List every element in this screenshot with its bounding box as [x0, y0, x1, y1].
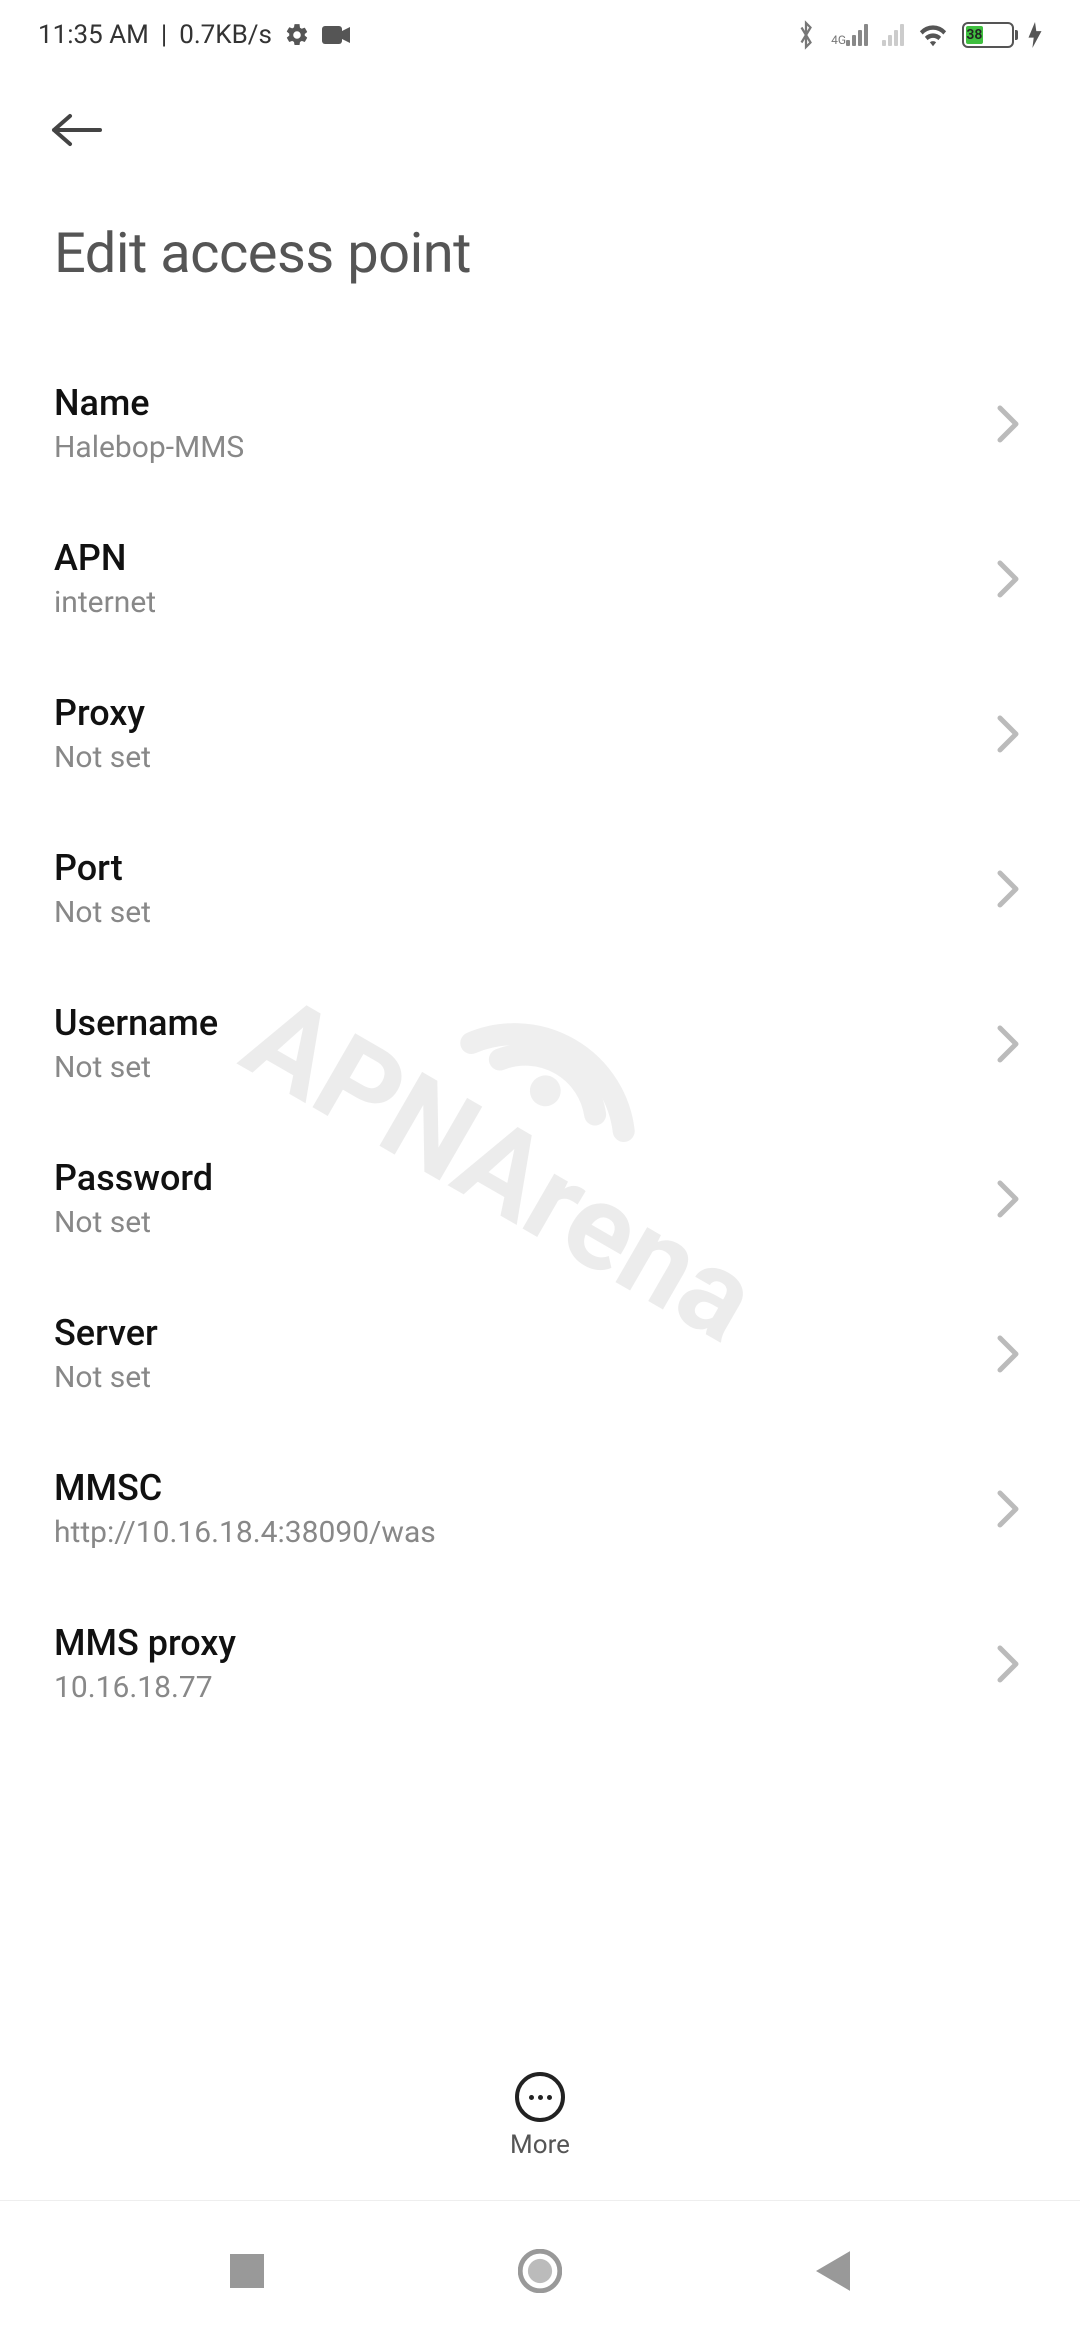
setting-value: Not set	[54, 895, 976, 930]
arrow-left-icon	[50, 110, 104, 150]
status-speed: 0.7KB/s	[179, 20, 272, 50]
chevron-right-icon	[996, 1644, 1020, 1684]
more-button[interactable]: More	[0, 2072, 1080, 2160]
status-bar: 11:35 AM | 0.7KB/s 4G	[0, 0, 1080, 70]
setting-name[interactable]: Name Halebop-MMS	[0, 346, 1080, 501]
chevron-right-icon	[996, 1489, 1020, 1529]
setting-label: Password	[54, 1157, 976, 1199]
header	[0, 70, 1080, 170]
camera-icon	[322, 24, 352, 46]
setting-label: Name	[54, 382, 976, 424]
setting-username[interactable]: Username Not set	[0, 966, 1080, 1121]
setting-label: MMS proxy	[54, 1622, 976, 1664]
chevron-right-icon	[996, 714, 1020, 754]
chevron-right-icon	[996, 559, 1020, 599]
nav-recents-button[interactable]	[197, 2241, 297, 2301]
setting-proxy[interactable]: Proxy Not set	[0, 656, 1080, 811]
setting-label: Proxy	[54, 692, 976, 734]
status-time: 11:35 AM	[38, 20, 149, 50]
setting-password[interactable]: Password Not set	[0, 1121, 1080, 1276]
setting-apn[interactable]: APN internet	[0, 501, 1080, 656]
setting-label: Server	[54, 1312, 976, 1354]
setting-value: Not set	[54, 1205, 976, 1240]
more-label: More	[510, 2130, 570, 2160]
nav-home-button[interactable]	[490, 2241, 590, 2301]
battery-indicator: 38	[962, 22, 1014, 48]
setting-value: Not set	[54, 1050, 976, 1085]
chevron-right-icon	[996, 1024, 1020, 1064]
navigation-bar	[0, 2200, 1080, 2340]
setting-value: Halebop-MMS	[54, 430, 976, 465]
setting-port[interactable]: Port Not set	[0, 811, 1080, 966]
more-icon	[515, 2072, 565, 2122]
chevron-right-icon	[996, 404, 1020, 444]
status-divider: |	[161, 20, 167, 50]
wifi-icon	[918, 23, 948, 47]
setting-mmsc[interactable]: MMSC http://10.16.18.4:38090/was	[0, 1431, 1080, 1586]
setting-label: APN	[54, 537, 976, 579]
setting-value: Not set	[54, 1360, 976, 1395]
gear-icon	[284, 22, 310, 48]
status-right: 4G 38	[795, 20, 1042, 50]
square-icon	[230, 2254, 264, 2288]
setting-server[interactable]: Server Not set	[0, 1276, 1080, 1431]
chevron-right-icon	[996, 1179, 1020, 1219]
setting-value: internet	[54, 585, 976, 620]
setting-value: 10.16.18.77	[54, 1670, 976, 1705]
nav-back-button[interactable]	[783, 2241, 883, 2301]
chevron-right-icon	[996, 1334, 1020, 1374]
setting-label: Username	[54, 1002, 976, 1044]
back-button[interactable]	[50, 100, 110, 160]
signal-sim1: 4G	[831, 24, 868, 46]
status-left: 11:35 AM | 0.7KB/s	[38, 20, 352, 50]
bluetooth-icon	[795, 20, 817, 50]
triangle-left-icon	[816, 2251, 850, 2291]
setting-value: http://10.16.18.4:38090/was	[54, 1515, 976, 1550]
page-title: Edit access point	[0, 170, 1080, 306]
battery-percent: 38	[966, 26, 983, 44]
signal-sim2	[882, 24, 904, 46]
setting-label: MMSC	[54, 1467, 976, 1509]
setting-mmsproxy[interactable]: MMS proxy 10.16.18.77	[0, 1586, 1080, 1741]
setting-value: Not set	[54, 740, 976, 775]
circle-icon	[518, 2249, 562, 2293]
chevron-right-icon	[996, 869, 1020, 909]
charging-icon	[1028, 22, 1042, 48]
setting-label: Port	[54, 847, 976, 889]
network-label: 4G	[831, 35, 846, 46]
settings-list: Name Halebop-MMS APN internet Proxy Not …	[0, 306, 1080, 1741]
